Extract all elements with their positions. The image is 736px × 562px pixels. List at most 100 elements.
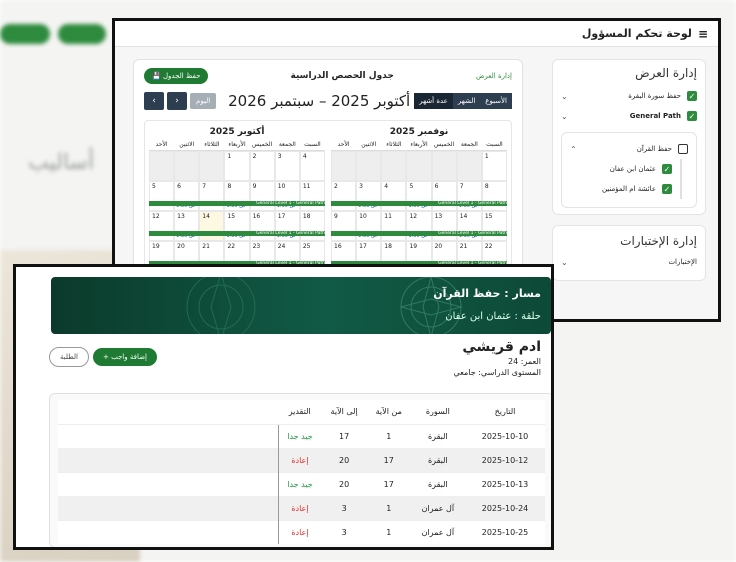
event-bar[interactable]: General Level 1 - General Path [331,201,507,206]
display-management-title: إدارة العرض [635,66,697,80]
calendar-day-cell[interactable]: 8 1:35 ص [224,181,250,211]
calendar-day-cell[interactable]: 171:35 ص [274,211,300,241]
checkbox-checked-icon[interactable]: ✓ [662,164,672,174]
weekday-label: الثلاثاء [386,141,402,148]
column-header: من الآية [375,407,402,417]
admin-sidebar: إدارة العرض ✓ حفظ سورة البقرة ⌄ ✓ Genera… [552,59,706,281]
chevron-down-icon[interactable]: ⌄ [561,92,568,101]
calendar-day-cell[interactable]: 3 1:35 ص [356,181,382,211]
calendar-day-cell[interactable]: 15 1:35 ص [224,211,250,241]
sidebar-item[interactable]: ✓ حفظ سورة البقرة ⌄ [561,86,697,106]
chevron-down-icon[interactable]: ⌄ [561,258,568,267]
month-october: أكتوبر 2025 السبت الجمعة الخميس الأربعاء… [149,125,325,271]
calendar-day-cell[interactable]: 4 [381,181,407,211]
calendar-day-cell[interactable] [331,151,357,181]
student-name: ادم قريشي [462,339,541,355]
day-number: 7 [459,183,464,190]
calendar-day-cell[interactable]: 12 1:35 ص [406,211,432,241]
day-number: 15 [484,213,493,220]
calendar-day-cell[interactable]: 18 [299,211,325,241]
checkbox-checked-icon[interactable]: ✓ [662,184,672,194]
sidebar-group-header[interactable]: حفظ القرآن ⌃ [570,139,688,159]
view-switcher: الأسبوع الشهر عدة أشهر [414,93,512,109]
calendar-day-cell[interactable]: 14 1:35 ص [456,211,482,241]
event-bar[interactable]: General Level 1 - General Path [149,231,325,236]
calendar-day-cell[interactable] [174,151,200,181]
view-multimonth-button[interactable]: عدة أشهر [414,93,453,109]
calendar-day-cell[interactable]: 1 [224,151,250,181]
calendar-day-cell[interactable]: 13 [431,211,457,241]
sidebar-subitem[interactable]: ✓ عائشة ام المؤمنين [570,179,680,199]
circle-title: حلقة : عثمان ابن عفان [445,311,541,322]
calendar-day-cell[interactable]: 16 [249,211,275,241]
add-assignment-button[interactable]: + إضافة واجب [93,348,157,366]
calendar-day-cell[interactable]: 1 [481,151,507,181]
event-bar[interactable]: General Level 1 - General Path [331,231,507,236]
checkbox-checked-icon[interactable]: ✓ [687,91,697,101]
calendar-day-cell[interactable]: 15 [481,211,507,241]
students-back-button[interactable]: الطلبة [49,347,90,367]
multi-month-view: أكتوبر 2025 السبت الجمعة الخميس الأربعاء… [144,120,512,276]
display-admin-link[interactable]: إدارة العرض [476,72,512,80]
calendar-day-cell[interactable]: 4 [299,151,325,181]
day-number: 10 [277,183,286,190]
prev-arrow-icon[interactable]: ‹ [144,92,164,110]
track-banner: مسار : حفظ القرآن حلقة : عثمان ابن عفان [51,277,551,334]
calendar-day-cell[interactable]: 14 [199,211,225,241]
calendar-day-cell[interactable]: 2 [331,181,357,211]
calendar-day-cell[interactable]: 10 1:35 ص [274,181,300,211]
day-number: 14 [459,213,468,220]
calendar-day-cell[interactable]: 5 [149,181,175,211]
event-bar[interactable]: General Level 1 - General Path [149,201,325,206]
table-row[interactable]: 2025-10-10 البقرة 1 17 جيد جدا [58,423,545,448]
day-number: 5 [409,183,414,190]
calendar-day-cell[interactable] [381,151,407,181]
exams-dropdown[interactable]: الإختبارات ⌄ [561,252,697,272]
chevron-up-icon[interactable]: ⌃ [570,145,577,154]
calendar-day-cell[interactable]: 3 [274,151,300,181]
calendar-day-cell[interactable]: 10 1:35 ص [356,211,382,241]
day-number: 4 [384,183,389,190]
calendar-day-cell[interactable]: 9 [331,211,357,241]
sidebar-item[interactable]: ✓ General Path ⌄ [561,106,697,126]
table-row[interactable]: 2025-10-24 آل عمران 1 3 إعادة [58,495,545,520]
weekday-label: السبت [486,141,503,148]
table-row[interactable]: 2025-10-12 البقرة 17 20 إعادة [58,447,545,472]
calendar-day-cell[interactable]: 9 [249,181,275,211]
calendar-day-cell[interactable] [199,151,225,181]
calendar-day-cell[interactable]: 8 [481,181,507,211]
calendar-day-cell[interactable]: 11 [381,211,407,241]
calendar-day-cell[interactable]: 2 [249,151,275,181]
weekday-header: السبت الجمعة الخميس الأربعاء الثلاثاء ال… [149,141,325,151]
calendar-day-cell[interactable] [456,151,482,181]
table-row[interactable]: 2025-10-13 البقرة 17 20 جيد جدا [58,471,545,496]
hamburger-icon[interactable]: ≡ [698,27,708,41]
checkbox-unchecked-icon[interactable] [678,144,688,154]
table-row[interactable]: 2025-10-25 آل عمران 1 3 إعادة [58,519,545,544]
calendar-day-cell[interactable] [356,151,382,181]
calendar-day-cell[interactable]: 6 1:35 ص [174,181,200,211]
view-month-button[interactable]: الشهر [452,93,481,109]
calendar-day-cell[interactable]: 7 1:35 ص [456,181,482,211]
calendar-day-cell[interactable] [406,151,432,181]
today-button[interactable]: اليوم [190,93,217,109]
calendar-day-cell[interactable] [149,151,175,181]
save-schedule-button[interactable]: 💾 حفظ الجدول [144,68,209,84]
next-arrow-icon[interactable]: › [167,92,187,110]
chevron-down-icon[interactable]: ⌄ [561,112,568,121]
calendar-day-cell[interactable]: 11 [299,181,325,211]
calendar-day-cell[interactable]: 13 1:35 ص [174,211,200,241]
view-week-button[interactable]: الأسبوع [480,93,512,109]
calendar-day-cell[interactable] [431,151,457,181]
calendar-day-cell[interactable]: 5 1:35 ص [406,181,432,211]
calendar-day-cell[interactable]: 7 [199,181,225,211]
checkbox-checked-icon[interactable]: ✓ [687,111,697,121]
day-number: 14 [202,213,210,220]
day-number: 10 [359,213,367,220]
calendar-day-cell[interactable]: 12 [149,211,175,241]
calendar-day-cell[interactable]: 6 [431,181,457,211]
column-header: التقدير [288,407,311,417]
sidebar-subitem[interactable]: ✓ عثمان ابن عفان [570,159,680,179]
grade-cell: إعادة [278,447,322,472]
calendar-range-title: أكتوبر 2025 – سبتمبر 2026 [228,92,411,110]
